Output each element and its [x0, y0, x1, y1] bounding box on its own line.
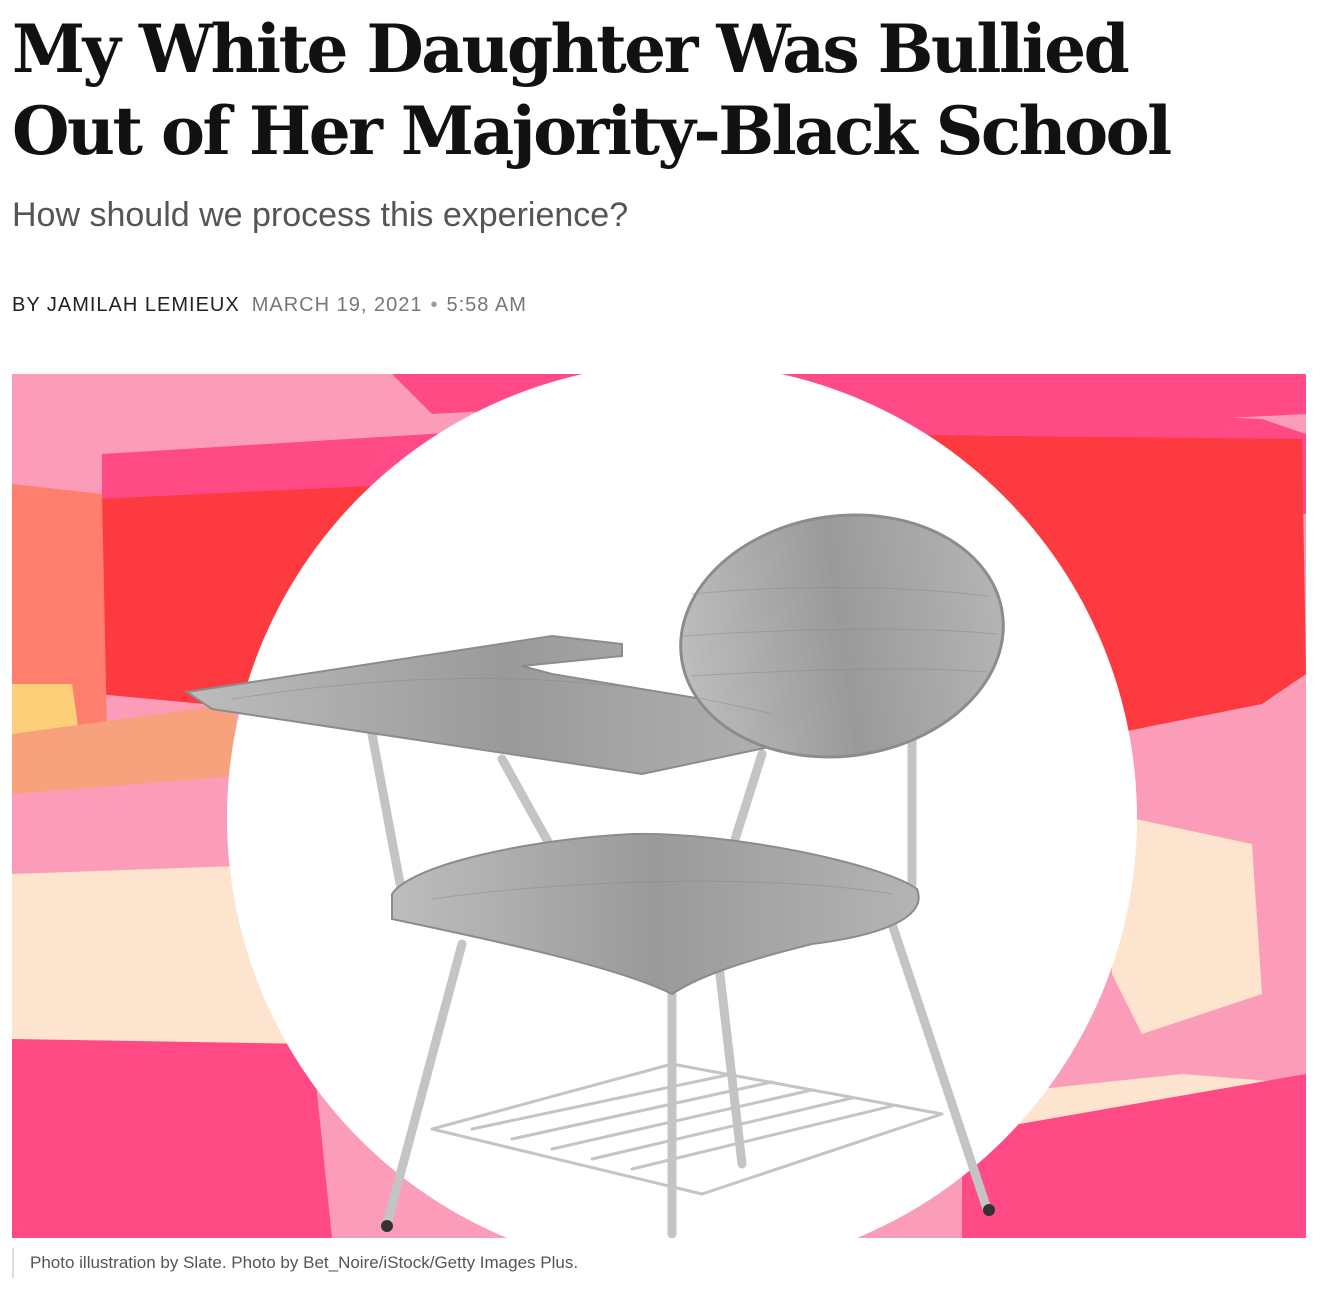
headline-line-2: Out of Her Majority-Black School [12, 92, 1172, 170]
white-circle [227, 374, 1137, 1238]
byline-separator: • [430, 294, 439, 316]
hero-illustration [12, 374, 1306, 1238]
byline: BY JAMILAH LEMIEUX MARCH 19, 2021 • 5:58 AM [12, 294, 527, 317]
paper-strip-hotpink-bottom-left [12, 1039, 332, 1238]
image-caption: Photo illustration by Slate. Photo by Be… [12, 1248, 578, 1278]
publish-date: MARCH 19, 2021 [251, 294, 423, 316]
headline: My White Daughter Was Bullied Out of Her… [12, 8, 1312, 172]
author-link[interactable]: BY JAMILAH LEMIEUX [12, 294, 240, 316]
article-dek: How should we process this experience? [12, 196, 629, 234]
hero-image [12, 374, 1306, 1238]
publish-time: 5:58 AM [446, 294, 527, 316]
headline-line-1: My White Daughter Was Bullied [12, 10, 1130, 88]
